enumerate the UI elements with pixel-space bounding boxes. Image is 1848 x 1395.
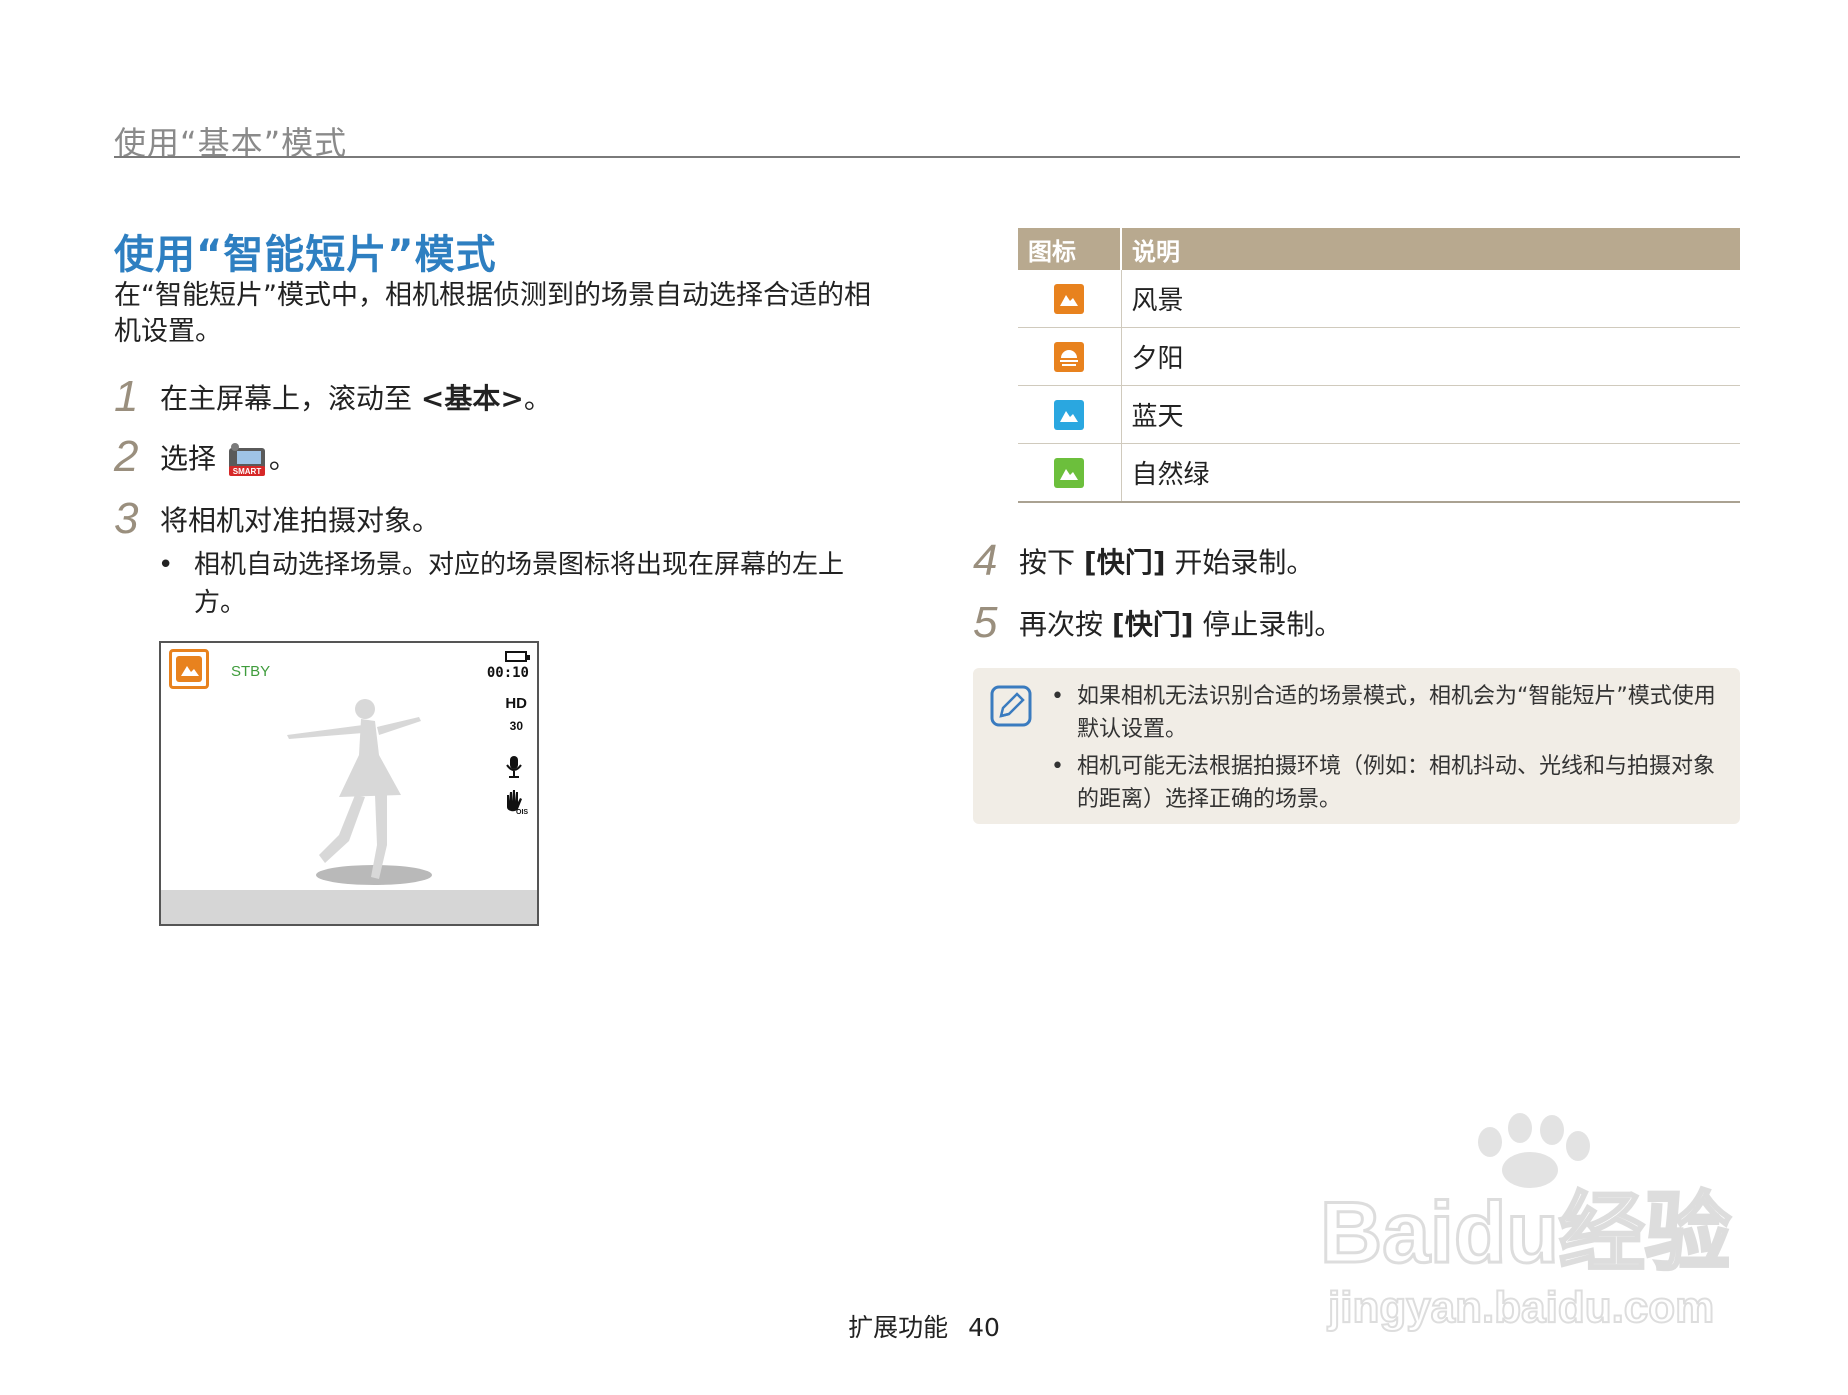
step-number: 2 [114, 432, 139, 481]
video-quality-indicator: HD [505, 695, 527, 712]
sunset-icon [1054, 341, 1085, 372]
table-cell-label: 蓝天 [1121, 385, 1740, 444]
header-divider [114, 156, 1740, 158]
list-item: • 相机可能无法根据拍摄环境（例如：相机抖动、光线和与拍摄对象的距离）选择正确的场… [1051, 754, 1716, 812]
table-row: 夕阳 [1018, 327, 1740, 386]
natural-green-icon [1054, 457, 1085, 488]
bullet-dot: • [158, 550, 174, 580]
step-1: 1 在主屏幕上，滚动至 <基本>。 [114, 372, 552, 422]
step-3-bullet: • 相机自动选择场景。对应的场景图标将出现在屏幕的左上方。 [158, 546, 878, 622]
column-header-icon: 图标 [1018, 228, 1122, 270]
step-3: 3 将相机对准拍摄对象。 [114, 494, 440, 544]
frame-rate-indicator: 30 [509, 719, 523, 733]
microphone-icon [505, 755, 523, 783]
svg-text:SMART: SMART [233, 467, 262, 476]
table-row: 风景 [1018, 270, 1740, 328]
scene-indicator-icon [169, 649, 209, 689]
step-number: 3 [114, 494, 139, 543]
note-pencil-icon [989, 684, 1033, 732]
table-cell-label: 夕阳 [1121, 327, 1740, 386]
bullet-text: 相机自动选择场景。对应的场景图标将出现在屏幕的左上方。 [194, 550, 845, 618]
svg-text:Baidu经验: Baidu经验 [1320, 1185, 1731, 1281]
camera-preview-screen: STBY 00:10 HD 30 OIS [159, 641, 539, 926]
step-number: 1 [114, 372, 139, 421]
standby-status: STBY [231, 663, 271, 680]
image-stabilization-icon: OIS [503, 787, 529, 819]
step-text: 在主屏幕上，滚动至 <基本>。 [160, 382, 552, 415]
svg-text:OIS: OIS [516, 809, 528, 815]
section-intro: 在“智能短片”模式中，相机根据侦测到的场景自动选择合适的相机设置。 [114, 280, 871, 347]
step-5: 5 再次按 [快门] 停止录制。 [973, 598, 1342, 648]
blue-sky-icon [1054, 399, 1085, 430]
step-text: 将相机对准拍摄对象。 [160, 504, 441, 537]
note-list: • 如果相机无法识别合适的场景模式，相机会为“智能短片”模式使用默认设置。 • 相机… [1051, 680, 1731, 816]
preview-bottom-bar [161, 890, 537, 924]
step-text: 再次按 [快门] 停止录制。 [1019, 608, 1343, 641]
dancer-silhouette-image [287, 699, 432, 885]
step-text: 按下 [快门] 开始录制。 [1019, 546, 1315, 579]
battery-icon [505, 651, 530, 662]
step-number: 4 [973, 536, 998, 585]
table-cell-label: 自然绿 [1121, 443, 1740, 503]
smart-movie-mode-icon: SMART [227, 442, 267, 478]
footer-section-name: 扩展功能 [848, 1313, 949, 1342]
step-text: 选择 SMART 。 [160, 441, 297, 478]
step-number: 5 [973, 598, 998, 647]
step-4: 4 按下 [快门] 开始录制。 [973, 536, 1314, 586]
table-row: 自然绿 [1018, 443, 1740, 503]
list-item: • 如果相机无法识别合适的场景模式，相机会为“智能短片”模式使用默认设置。 [1051, 684, 1716, 742]
page-number: 40 [968, 1313, 1000, 1342]
table-row: 蓝天 [1018, 385, 1740, 444]
column-header-description: 说明 [1121, 228, 1740, 270]
table-header-row: 图标 说明 [1018, 228, 1740, 270]
section-title: 使用“智能短片”模式 [114, 232, 497, 278]
recording-time: 00:10 [486, 665, 529, 681]
landscape-icon [1054, 283, 1085, 314]
svg-text:jingyan.baidu.com: jingyan.baidu.com [1327, 1283, 1714, 1332]
scene-icon-table: 图标 说明 风景 夕阳 蓝天 自然绿 [1018, 228, 1740, 503]
baidu-watermark-logo: Baidu经验 jingyan.baidu.com [1319, 1113, 1732, 1332]
step-2: 2 选择 SMART 。 [114, 432, 297, 482]
table-cell-label: 风景 [1121, 270, 1740, 328]
note-box: • 如果相机无法识别合适的场景模式，相机会为“智能短片”模式使用默认设置。 • 相机… [973, 668, 1740, 824]
